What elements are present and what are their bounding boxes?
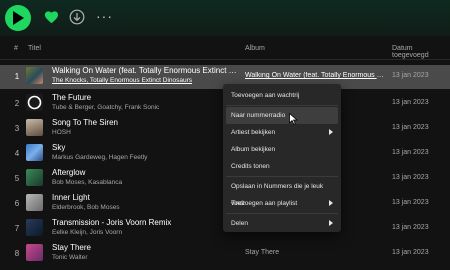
menu-item-label: Delen	[231, 220, 248, 227]
track-number: 1	[14, 72, 20, 81]
track-number: 3	[14, 124, 20, 133]
submenu-arrow-icon	[329, 129, 333, 135]
play-button[interactable]	[5, 5, 31, 31]
menu-item-view-album[interactable]: Album bekijken	[226, 141, 338, 158]
menu-item-label: Artiest bekijken	[231, 129, 276, 136]
album-art	[26, 94, 43, 111]
track-date-added: 13 jan 2023	[392, 249, 429, 256]
menu-item-add-to-queue[interactable]: Toevoegen aan wachtrij	[226, 87, 338, 104]
track-artists[interactable]: Eelke Kleijn, Joris Voorn	[52, 229, 122, 236]
track-artists[interactable]: Tonic Walter	[52, 254, 88, 261]
column-number: #	[14, 45, 18, 52]
track-album[interactable]: Stay There	[245, 249, 279, 256]
menu-item-label: Album bekijken	[231, 146, 276, 153]
menu-item-label: Toevoegen aan wachtrij	[231, 92, 300, 99]
tracklist-header: # Titel Album Datum toegevoegd	[0, 38, 450, 60]
album-art	[26, 169, 43, 186]
album-art	[26, 144, 43, 161]
menu-item-show-credits[interactable]: Credits tonen	[226, 158, 338, 175]
mouse-cursor-icon	[289, 113, 298, 125]
track-title[interactable]: Song To The Siren	[52, 118, 118, 127]
context-menu: Toevoegen aan wachtrij Naar nummerradio …	[223, 84, 341, 232]
album-art	[26, 219, 43, 236]
track-number: 8	[14, 249, 20, 258]
menu-item-share[interactable]: Delen	[226, 215, 338, 232]
column-date-added[interactable]: Datum toegevoegd	[392, 45, 450, 59]
menu-item-label: Naar nummerradio	[231, 112, 286, 119]
submenu-arrow-icon	[329, 220, 333, 226]
play-icon	[13, 11, 24, 25]
menu-item-label: Credits tonen	[231, 163, 270, 170]
menu-divider	[226, 213, 338, 214]
heart-icon[interactable]	[44, 10, 59, 24]
track-title[interactable]: Sky	[52, 143, 65, 152]
album-art	[26, 67, 43, 84]
track-number: 5	[14, 174, 20, 183]
track-artists[interactable]: Tube & Berger, Goatchy, Frank Sonic	[52, 104, 159, 111]
track-artists[interactable]: Markus Gardeweg, Hagen Feetly	[52, 154, 147, 161]
menu-item-go-to-song-radio[interactable]: Naar nummerradio	[226, 107, 338, 124]
track-date-added: 13 jan 2023	[392, 72, 429, 79]
submenu-arrow-icon	[329, 200, 333, 206]
track-title[interactable]: Walking On Water (feat. Totally Enormous…	[52, 66, 242, 75]
track-number: 7	[14, 224, 20, 233]
album-art	[26, 119, 43, 136]
menu-item-view-artist[interactable]: Artiest bekijken	[226, 124, 338, 141]
menu-item-label: Toevoegen aan playlist	[231, 200, 298, 207]
track-album[interactable]: Walking On Water (feat. Totally Enormous…	[245, 72, 385, 79]
track-title[interactable]: Transmission - Joris Voorn Remix	[52, 218, 171, 227]
album-art	[26, 194, 43, 211]
track-title[interactable]: Stay There	[52, 243, 91, 252]
column-title[interactable]: Titel	[28, 45, 41, 52]
track-number: 2	[14, 99, 20, 108]
menu-item-save-to-liked-songs[interactable]: Opslaan in Nummers die je leuk vindt	[226, 178, 338, 207]
track-title[interactable]: Afterglow	[52, 168, 85, 177]
track-title[interactable]: Inner Light	[52, 193, 90, 202]
menu-divider	[226, 105, 338, 106]
track-artists[interactable]: Elderbrook, Bob Moses	[52, 204, 120, 211]
track-artists[interactable]: The Knocks, Totally Enormous Extinct Din…	[52, 77, 242, 84]
track-title[interactable]: The Future	[52, 93, 91, 102]
menu-item-add-to-playlist[interactable]: Toevoegen aan playlist	[226, 195, 338, 212]
album-art	[26, 244, 43, 261]
action-bar: ···	[0, 0, 450, 36]
track-date-added: 13 jan 2023	[392, 124, 429, 131]
track-date-added: 13 jan 2023	[392, 199, 429, 206]
track-artists[interactable]: Bob Moses, Kasablanca	[52, 179, 122, 186]
more-options-icon[interactable]: ···	[96, 8, 113, 24]
track-number: 4	[14, 149, 20, 158]
track-date-added: 13 jan 2023	[392, 224, 429, 231]
track-artists[interactable]: HOSH	[52, 129, 71, 136]
column-album[interactable]: Album	[245, 45, 265, 52]
track-date-added: 13 jan 2023	[392, 149, 429, 156]
download-icon[interactable]	[69, 9, 85, 25]
track-number: 6	[14, 199, 20, 208]
track-date-added: 13 jan 2023	[392, 174, 429, 181]
table-row[interactable]: 8 Stay There Tonic Walter Stay There 13 …	[0, 242, 450, 266]
track-date-added: 13 jan 2023	[392, 99, 429, 106]
menu-divider	[226, 176, 338, 177]
